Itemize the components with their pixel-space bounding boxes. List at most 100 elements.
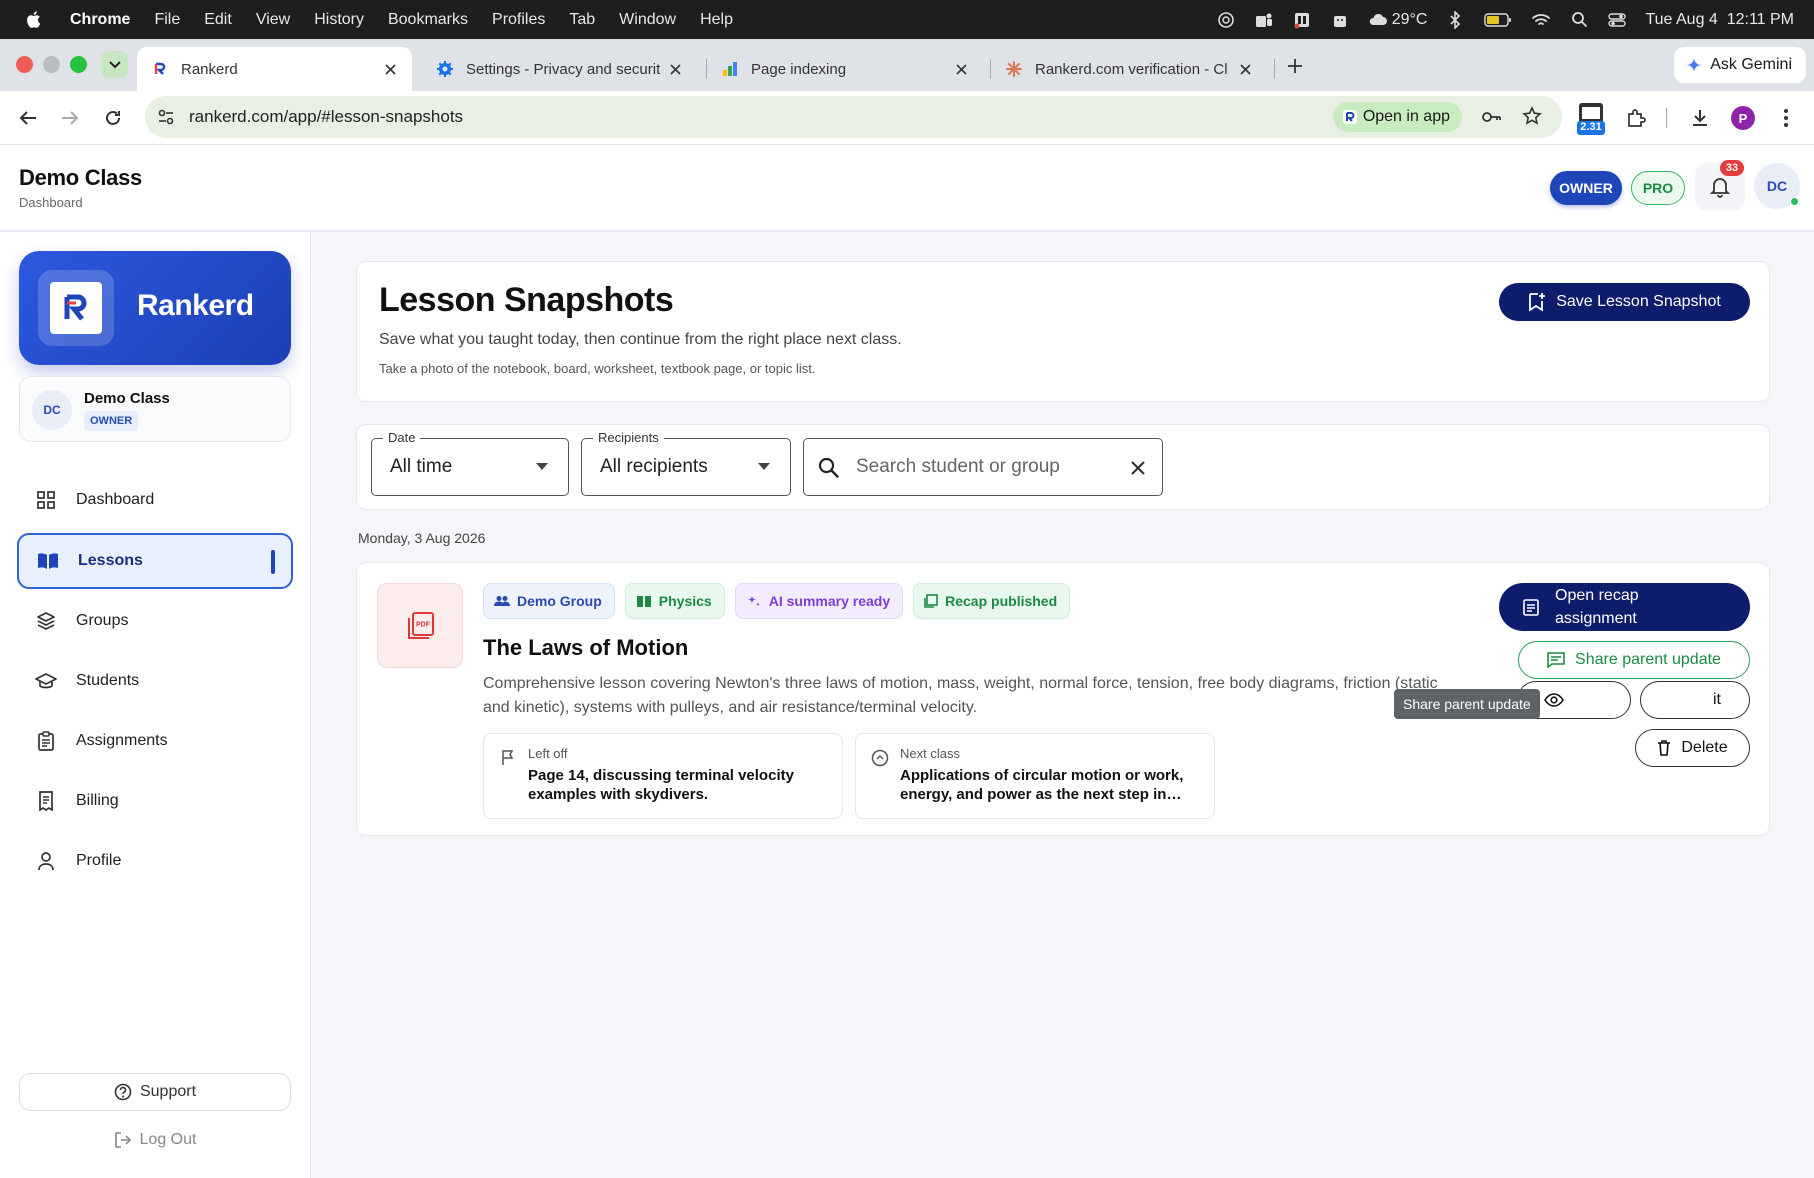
- openai-icon[interactable]: [1216, 11, 1236, 29]
- save-lesson-snapshot-button[interactable]: Save Lesson Snapshot: [1499, 283, 1750, 321]
- sidebar-item-students[interactable]: Students: [17, 653, 293, 709]
- lesson-card[interactable]: PDF Demo Group Physics AI summary ready …: [356, 562, 1770, 836]
- menu-edit[interactable]: Edit: [204, 11, 232, 29]
- teams-icon[interactable]: [1254, 11, 1274, 29]
- close-window-button[interactable]: [16, 56, 33, 73]
- menubar-clock[interactable]: Tue Aug 4 12:11 PM: [1645, 11, 1794, 29]
- minimize-window-button[interactable]: [43, 56, 60, 73]
- app-header: Demo Class Dashboard OWNER PRO 33 DC: [0, 145, 1814, 232]
- search-input[interactable]: Search student or group: [803, 438, 1163, 496]
- apple-icon[interactable]: [24, 10, 42, 30]
- layers-icon: [34, 609, 58, 633]
- android-icon[interactable]: [1330, 11, 1350, 29]
- clear-search-icon[interactable]: [1126, 456, 1150, 480]
- open-recap-assignment-button[interactable]: Open recap assignment: [1499, 583, 1750, 631]
- ask-gemini-button[interactable]: Ask Gemini: [1674, 47, 1806, 83]
- search-icon: [816, 455, 840, 479]
- delete-button[interactable]: Delete: [1635, 729, 1750, 767]
- weather-status[interactable]: 29°C: [1368, 11, 1427, 29]
- back-button[interactable]: [14, 104, 42, 132]
- open-in-app-button[interactable]: Open in app: [1332, 102, 1462, 132]
- lesson-title[interactable]: The Laws of Motion: [483, 635, 688, 661]
- recipients-filter-select[interactable]: Recipients All recipients: [581, 430, 791, 496]
- share-parent-update-button[interactable]: Share parent update: [1518, 641, 1750, 679]
- menu-file[interactable]: File: [154, 11, 180, 29]
- tab-title: Rankerd.com verification - Cl: [1035, 60, 1228, 78]
- flag-icon: [498, 748, 518, 768]
- group-tag-label: Demo Group: [517, 593, 602, 609]
- spotlight-search-icon[interactable]: [1569, 11, 1589, 29]
- people-icon: [494, 596, 510, 606]
- address-bar[interactable]: rankerd.com/app/#lesson-snapshots Open i…: [145, 96, 1562, 138]
- rankerd-logo-icon: [64, 294, 87, 321]
- extension-badge-icon[interactable]: 2.31: [1576, 101, 1606, 135]
- sidebar-item-assignments[interactable]: Assignments: [17, 713, 293, 769]
- menu-tab[interactable]: Tab: [569, 11, 595, 29]
- site-info-icon[interactable]: [157, 108, 175, 131]
- date-filter-select[interactable]: Date All time: [371, 430, 569, 496]
- close-tab-icon[interactable]: [1235, 59, 1255, 79]
- menu-help[interactable]: Help: [700, 11, 733, 29]
- rankerd-logo-icon: [1342, 110, 1357, 124]
- arrow-right-icon: [62, 111, 79, 125]
- menu-app-name[interactable]: Chrome: [70, 11, 130, 29]
- user-avatar[interactable]: DC: [1754, 163, 1800, 209]
- sidebar-item-groups[interactable]: Groups: [17, 593, 293, 649]
- edit-button[interactable]: it: [1640, 681, 1750, 719]
- profile-avatar-button[interactable]: P: [1729, 104, 1757, 132]
- tab-rankerd[interactable]: Rankerd: [137, 47, 412, 91]
- save-button-label: Save Lesson Snapshot: [1556, 293, 1721, 310]
- subject-tag: Physics: [624, 583, 725, 619]
- battery-icon[interactable]: [1483, 11, 1513, 29]
- tab-page-indexing[interactable]: Page indexing: [707, 47, 983, 91]
- brand-card[interactable]: Rankerd: [19, 251, 291, 365]
- tab-rankerd-verification[interactable]: Rankerd.com verification - Cl: [991, 47, 1267, 91]
- menu-history[interactable]: History: [314, 11, 364, 29]
- lesson-description: Comprehensive lesson covering Newton's t…: [483, 675, 1438, 716]
- sidebar-item-profile[interactable]: Profile: [17, 833, 293, 889]
- org-switcher[interactable]: DC Demo Class OWNER: [19, 376, 291, 442]
- reload-button[interactable]: [99, 104, 127, 132]
- control-center-icon[interactable]: [1607, 11, 1627, 29]
- org-role-badge: OWNER: [84, 411, 139, 431]
- book-open-icon: [36, 549, 60, 573]
- downloads-icon[interactable]: [1686, 104, 1714, 132]
- menu-bookmarks[interactable]: Bookmarks: [388, 11, 468, 29]
- sidebar-item-label: Assignments: [76, 732, 168, 749]
- left-off-note: Left off Page 14, discussing terminal ve…: [483, 733, 843, 819]
- menu-profiles[interactable]: Profiles: [492, 11, 545, 29]
- close-tab-icon[interactable]: [951, 59, 971, 79]
- password-key-icon[interactable]: [1480, 106, 1502, 133]
- sidebar-item-label: Profile: [76, 852, 122, 869]
- close-tab-icon[interactable]: [665, 59, 685, 79]
- zoom-window-button[interactable]: [70, 56, 87, 73]
- new-tab-button[interactable]: [1284, 55, 1306, 77]
- tab-search-button[interactable]: [101, 51, 128, 78]
- group-tag[interactable]: Demo Group: [483, 583, 615, 619]
- recorder-icon[interactable]: [1292, 11, 1312, 29]
- breadcrumb[interactable]: Dashboard: [19, 195, 83, 210]
- chevron-down-icon: [108, 60, 121, 68]
- profile-initial: P: [1731, 106, 1755, 130]
- delete-label: Delete: [1681, 739, 1728, 756]
- sidebar-item-dashboard[interactable]: Dashboard: [17, 472, 293, 528]
- rankerd-logo-icon: [151, 60, 169, 78]
- next-class-text: Applications of circular motion or work,…: [900, 767, 1184, 803]
- sidebar-item-lessons[interactable]: Lessons: [17, 533, 293, 589]
- menu-window[interactable]: Window: [619, 11, 676, 29]
- bluetooth-icon[interactable]: [1445, 10, 1465, 29]
- sidebar-item-billing[interactable]: Billing: [17, 773, 293, 829]
- wifi-icon[interactable]: [1531, 11, 1551, 29]
- bookmark-star-icon[interactable]: [1522, 106, 1542, 131]
- kebab-menu-icon[interactable]: [1772, 104, 1800, 132]
- tab-settings[interactable]: Settings - Privacy and securit: [422, 47, 697, 91]
- extensions-puzzle-icon[interactable]: [1622, 104, 1650, 132]
- online-status-dot: [1790, 197, 1799, 206]
- close-tab-icon[interactable]: [380, 59, 400, 79]
- lesson-thumbnail[interactable]: PDF: [377, 583, 463, 668]
- forward-button[interactable]: [56, 104, 84, 132]
- logout-button[interactable]: Log Out: [19, 1121, 291, 1159]
- sidebar-item-label: Billing: [76, 792, 119, 809]
- support-button[interactable]: Support: [19, 1073, 291, 1111]
- menu-view[interactable]: View: [256, 11, 290, 29]
